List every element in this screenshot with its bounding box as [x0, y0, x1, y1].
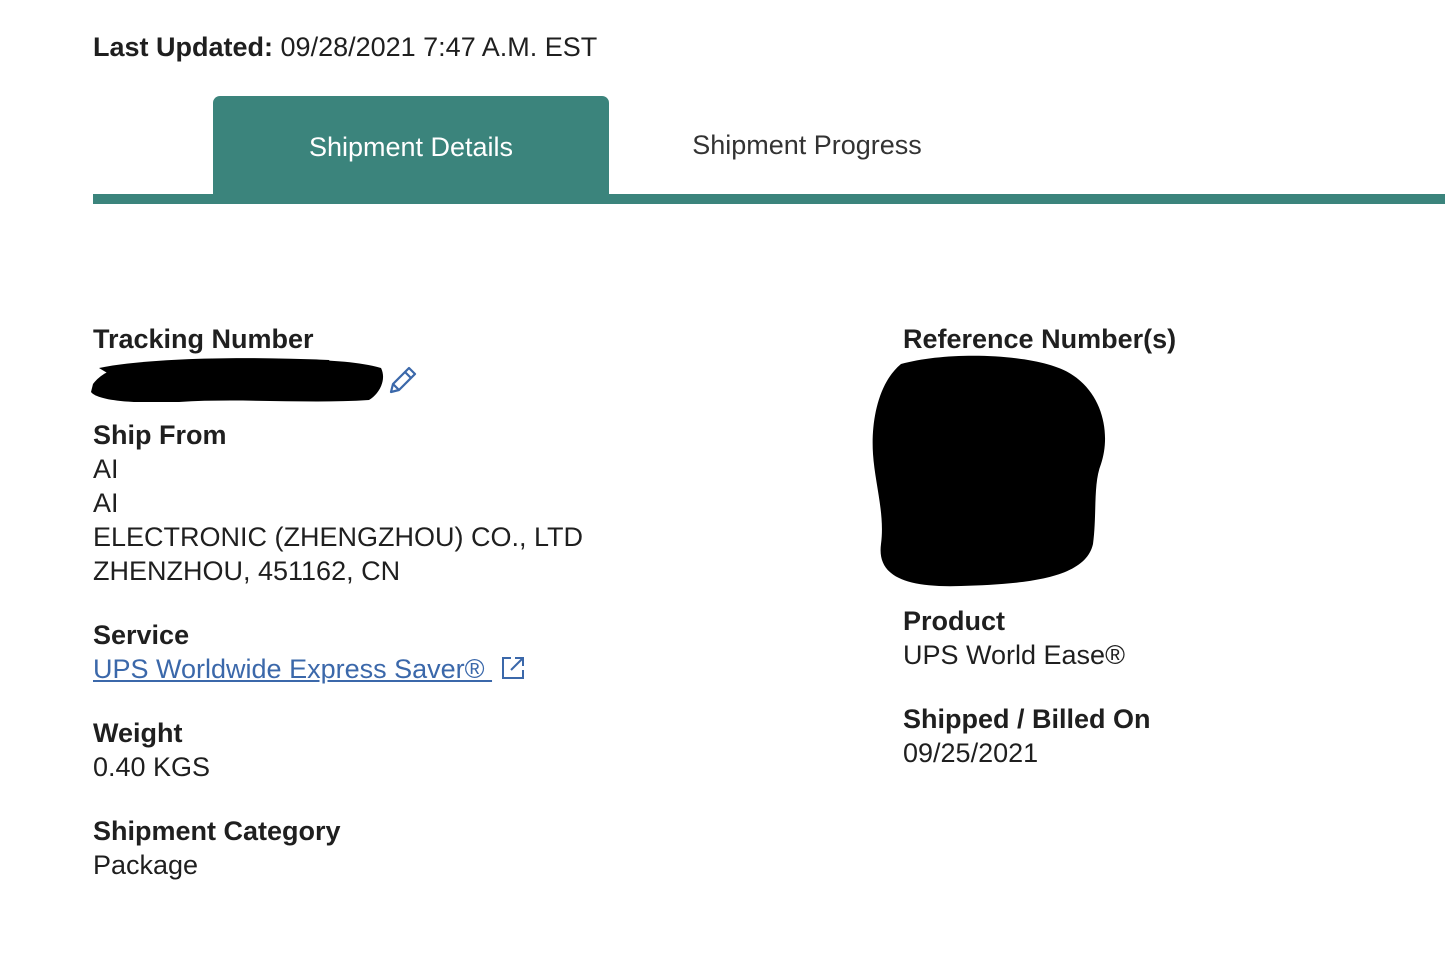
shipped-billed-value: 09/25/2021	[903, 738, 1039, 768]
reference-numbers-label: Reference Number(s)	[903, 324, 1177, 354]
ship-from-line: ZHENZHOU, 451162, CN	[93, 556, 401, 586]
ship-from-line: AI	[93, 454, 119, 484]
details-right-column: Reference Number(s) Product UPS World Ea…	[872, 322, 1423, 770]
last-updated-label: Last Updated:	[93, 32, 274, 62]
reference-numbers-redaction	[871, 354, 1111, 590]
ship-from-label: Ship From	[93, 420, 227, 450]
ship-from-section: Ship From AI AI ELECTRONIC (ZHENGZHOU) C…	[93, 418, 813, 588]
shipment-category-section: Shipment Category Package	[93, 814, 813, 882]
last-updated-value: 09/28/2021 7:47 A.M. EST	[280, 32, 598, 62]
ship-from-line: AI	[93, 488, 119, 518]
tab-underline	[93, 194, 1445, 204]
tab-shipment-details-label: Shipment Details	[308, 131, 514, 162]
service-link[interactable]: UPS Worldwide Express Saver®	[93, 654, 492, 684]
weight-value: 0.40 KGS	[93, 752, 211, 782]
product-section: Product UPS World Ease®	[903, 604, 1423, 672]
product-label: Product	[903, 606, 1006, 636]
reference-numbers-section: Reference Number(s)	[872, 322, 1423, 590]
tracking-number-redaction	[89, 358, 384, 402]
service-value: UPS Worldwide Express Saver®	[93, 652, 813, 686]
weight-label: Weight	[93, 718, 183, 748]
service-section: Service UPS Worldwide Express Saver®	[93, 618, 813, 686]
product-value: UPS World Ease®	[903, 640, 1125, 670]
tab-shipment-progress[interactable]: Shipment Progress	[609, 96, 1005, 194]
tracking-number-section: Tracking Number	[91, 322, 813, 404]
shipment-category-value: Package	[93, 850, 199, 880]
tracking-number-label: Tracking Number	[93, 324, 314, 354]
redaction-scribble	[91, 358, 384, 402]
external-link-icon[interactable]	[500, 655, 526, 681]
redaction-scribble	[872, 355, 1106, 587]
pencil-icon[interactable]	[385, 362, 421, 398]
tab-shipment-progress-label: Shipment Progress	[692, 129, 922, 160]
tab-bar: Shipment Details Shipment Progress	[93, 96, 1445, 204]
tab-shipment-details[interactable]: Shipment Details	[213, 96, 609, 194]
service-label: Service	[93, 620, 190, 650]
details-left-column: Tracking Number Ship From AI AI ELECTRON…	[91, 322, 813, 882]
shipped-billed-section: Shipped / Billed On 09/25/2021	[903, 702, 1423, 770]
shipment-category-label: Shipment Category	[93, 816, 341, 846]
shipped-billed-label: Shipped / Billed On	[903, 704, 1151, 734]
ship-from-line: ELECTRONIC (ZHENGZHOU) CO., LTD	[93, 522, 584, 552]
last-updated: Last Updated: 09/28/2021 7:47 A.M. EST	[93, 30, 597, 64]
weight-section: Weight 0.40 KGS	[93, 716, 813, 784]
